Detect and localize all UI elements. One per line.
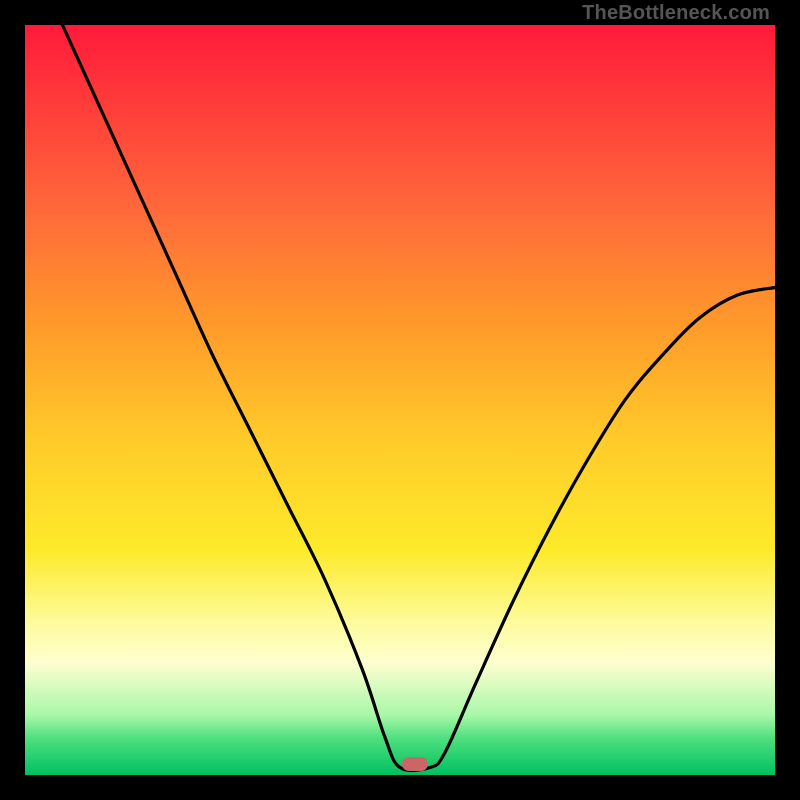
attribution-label: TheBottleneck.com: [582, 2, 770, 25]
minimum-marker: [402, 757, 428, 771]
chart-svg: [25, 25, 775, 775]
curve-path: [63, 25, 776, 770]
chart-area: [25, 25, 775, 775]
